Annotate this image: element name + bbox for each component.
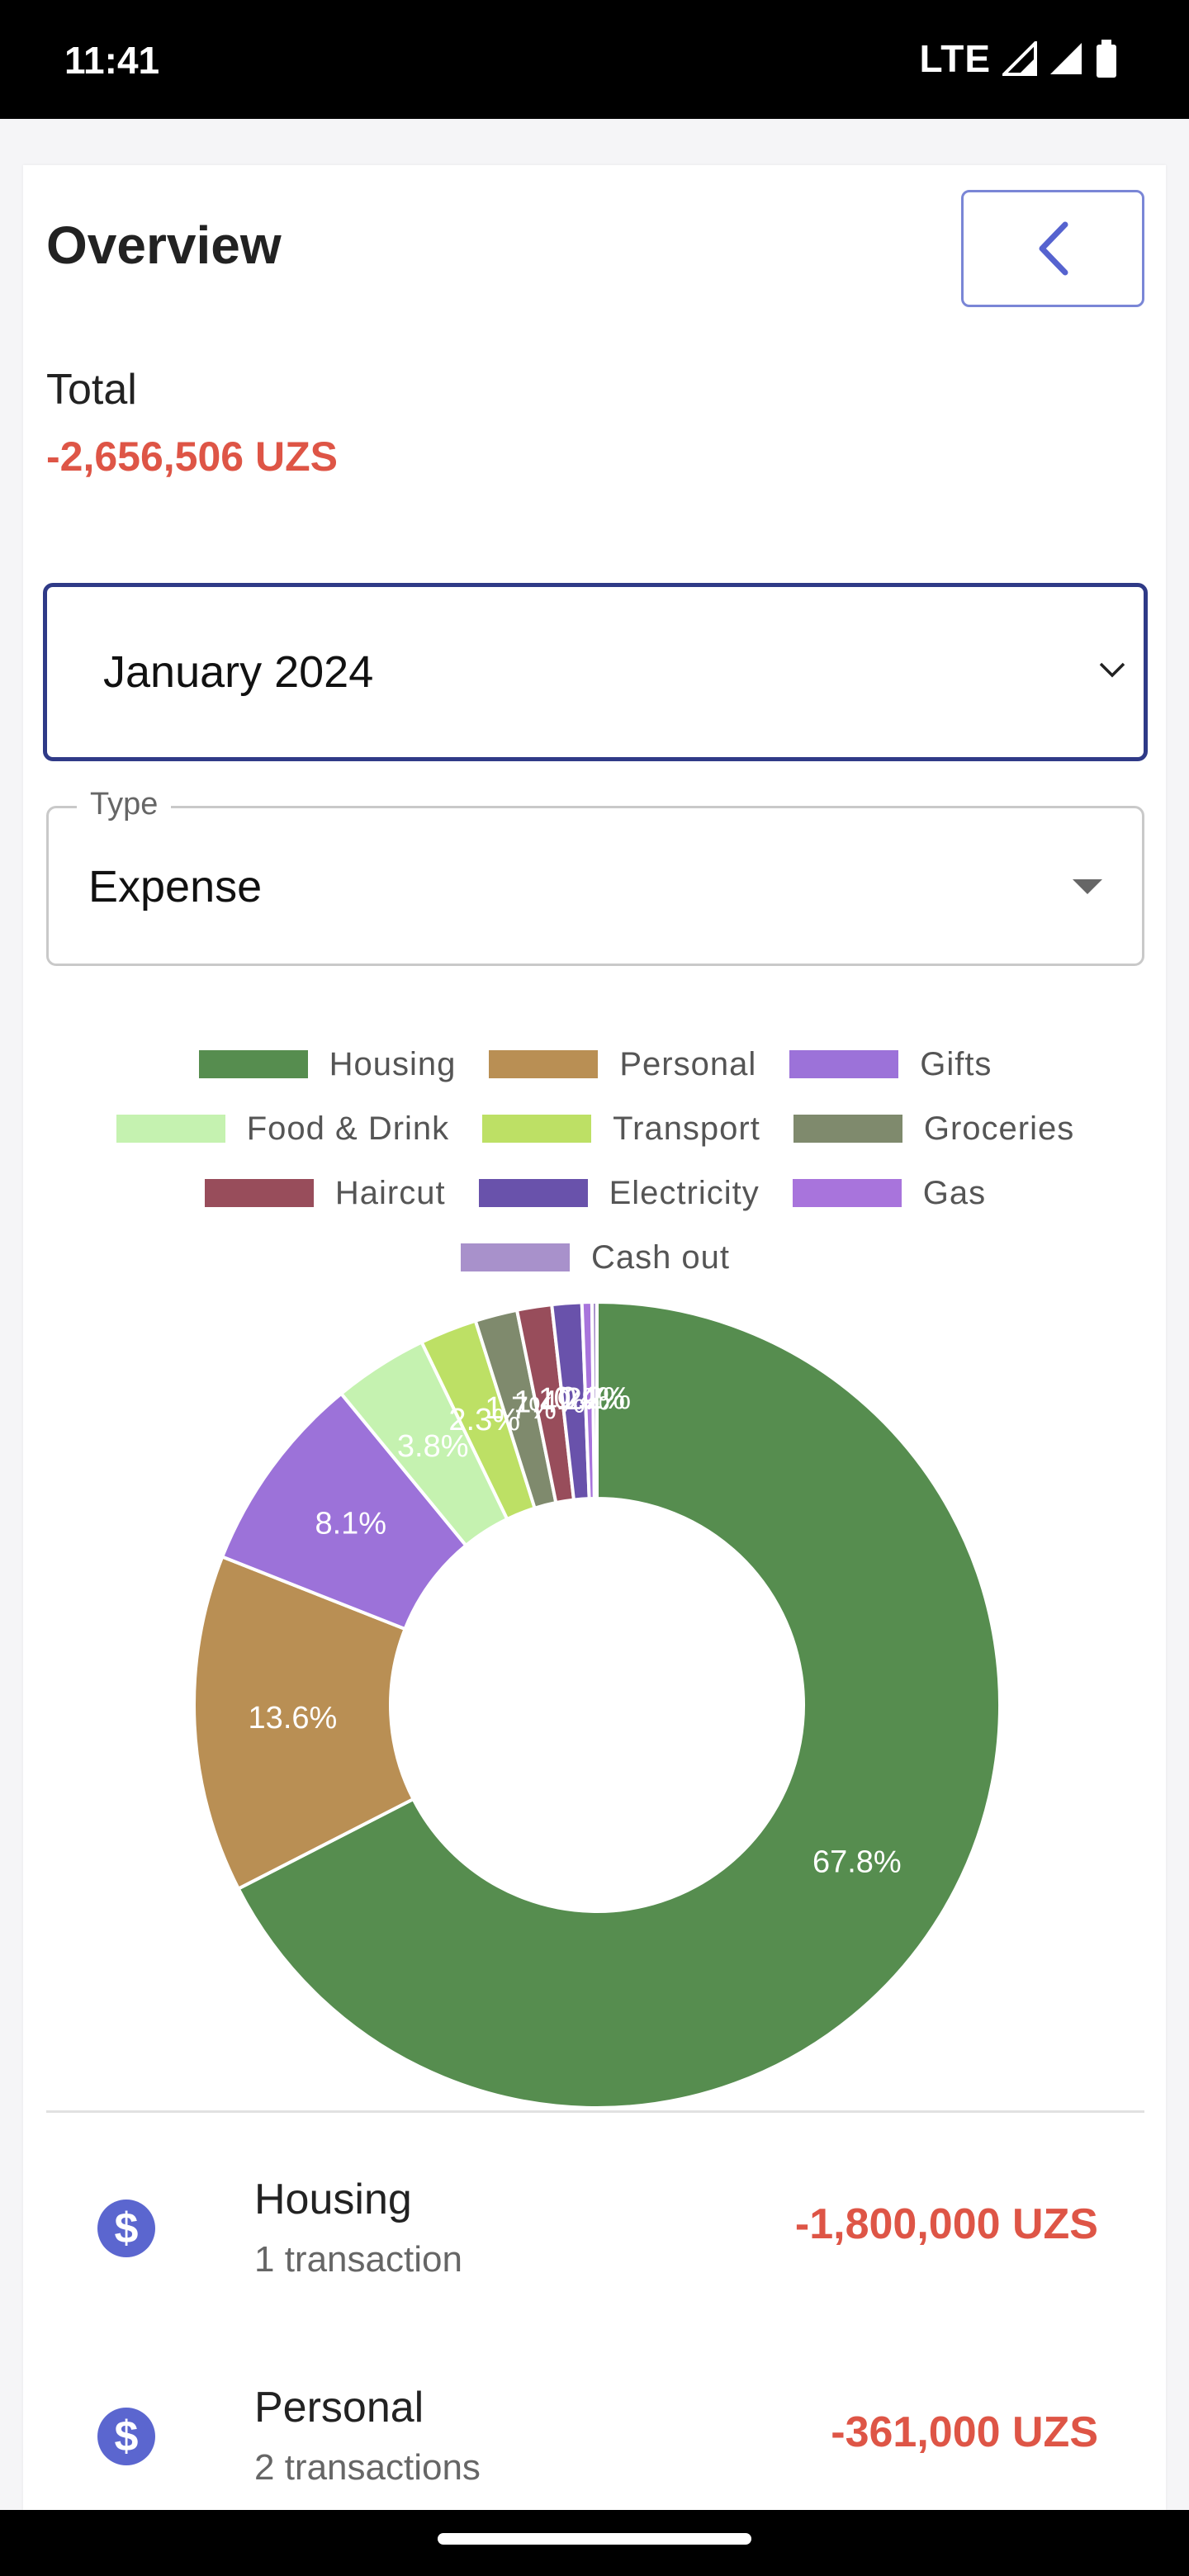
month-select[interactable]: January 2024 (43, 583, 1148, 761)
legend-row: Food & Drink Transport Groceries (46, 1096, 1144, 1161)
legend-label: Gas (922, 1174, 987, 1211)
legend-swatch (789, 1050, 899, 1078)
legend-item[interactable]: Personal (489, 1046, 756, 1083)
legend-item[interactable]: Haircut (204, 1174, 446, 1212)
legend-swatch (489, 1050, 599, 1078)
legend-item[interactable]: Cash out (460, 1238, 731, 1276)
home-gesture-handle[interactable] (438, 2533, 751, 2545)
legend-label: Haircut (334, 1174, 446, 1211)
total-value: -2,656,506 UZS (46, 433, 338, 480)
transaction-count: 2 transactions (254, 2447, 481, 2488)
legend-row: Cash out (46, 1225, 1144, 1290)
legend-swatch (793, 1115, 902, 1143)
donut-label: 13.6% (249, 1701, 338, 1735)
system-nav-bar (0, 2510, 1189, 2576)
legend-label: Personal (619, 1045, 757, 1082)
legend-swatch (198, 1050, 308, 1078)
legend-swatch (460, 1243, 570, 1271)
month-select-value: January 2024 (103, 647, 374, 697)
divider (46, 2110, 1144, 2113)
legend-label: Cash out (590, 1238, 731, 1276)
signal-icon-2 (1050, 43, 1082, 74)
dollar-icon: $ (97, 2408, 155, 2465)
category-amount: -1,800,000 UZS (794, 2200, 1098, 2248)
expense-donut-chart: 67.8%13.6%8.1%3.8%2.3%1.7%1.4%1.2%0.4%0.… (192, 1300, 1002, 2110)
donut-label: 0.2% (559, 1381, 631, 1416)
transaction-row[interactable]: $ Personal 2 transactions -361,000 UZS (46, 2366, 1144, 2531)
legend-label: Food & Drink (246, 1110, 450, 1147)
legend-item[interactable]: Gifts (789, 1046, 992, 1083)
legend-item[interactable]: Groceries (793, 1110, 1074, 1148)
legend-label: Electricity (609, 1174, 760, 1211)
legend-label: Groceries (923, 1110, 1075, 1147)
type-label: Type (77, 787, 172, 822)
back-button[interactable] (961, 190, 1144, 307)
total-label: Total (46, 366, 137, 414)
dollar-icon: $ (97, 2200, 155, 2257)
chevron-down-icon (1099, 662, 1125, 678)
legend-label: Transport (613, 1110, 760, 1147)
chevron-left-icon (1039, 221, 1068, 276)
signal-icon (1002, 41, 1037, 76)
chart-legend: Housing Personal Gifts Food & Drink Tran… (46, 1032, 1144, 1290)
legend-swatch (792, 1179, 902, 1207)
donut-label: 8.1% (315, 1507, 386, 1541)
status-bar: 11:41 LTE (0, 0, 1189, 119)
category-name: Personal (254, 2384, 424, 2432)
network-type: LTE (919, 37, 991, 80)
donut-label: 67.8% (812, 1844, 902, 1879)
type-value: Expense (88, 862, 263, 912)
legend-item[interactable]: Housing (198, 1045, 457, 1083)
legend-item[interactable]: Gas (792, 1174, 987, 1212)
legend-item[interactable]: Transport (482, 1110, 760, 1148)
transaction-row[interactable]: $ Housing 1 transaction -1,800,000 UZS (46, 2158, 1144, 2323)
legend-item[interactable]: Electricity (478, 1174, 760, 1212)
legend-row: Housing Personal Gifts (46, 1032, 1144, 1096)
legend-swatch (478, 1179, 588, 1207)
battery-icon (1097, 40, 1116, 78)
transaction-count: 1 transaction (254, 2239, 462, 2280)
legend-item[interactable]: Food & Drink (116, 1110, 449, 1148)
legend-row: Haircut Electricity Gas (46, 1161, 1144, 1225)
legend-label: Gifts (920, 1045, 992, 1082)
dropdown-caret-icon (1073, 879, 1102, 894)
category-amount: -361,000 UZS (831, 2408, 1098, 2456)
category-name: Housing (254, 2176, 412, 2223)
legend-swatch (116, 1115, 225, 1143)
legend-label: Housing (329, 1045, 457, 1082)
legend-swatch (482, 1115, 592, 1143)
status-icons: LTE (920, 36, 1118, 81)
type-select[interactable]: Type Expense (46, 787, 1144, 966)
page-title: Overview (46, 215, 282, 275)
legend-swatch (204, 1179, 314, 1207)
status-time: 11:41 (64, 39, 160, 82)
